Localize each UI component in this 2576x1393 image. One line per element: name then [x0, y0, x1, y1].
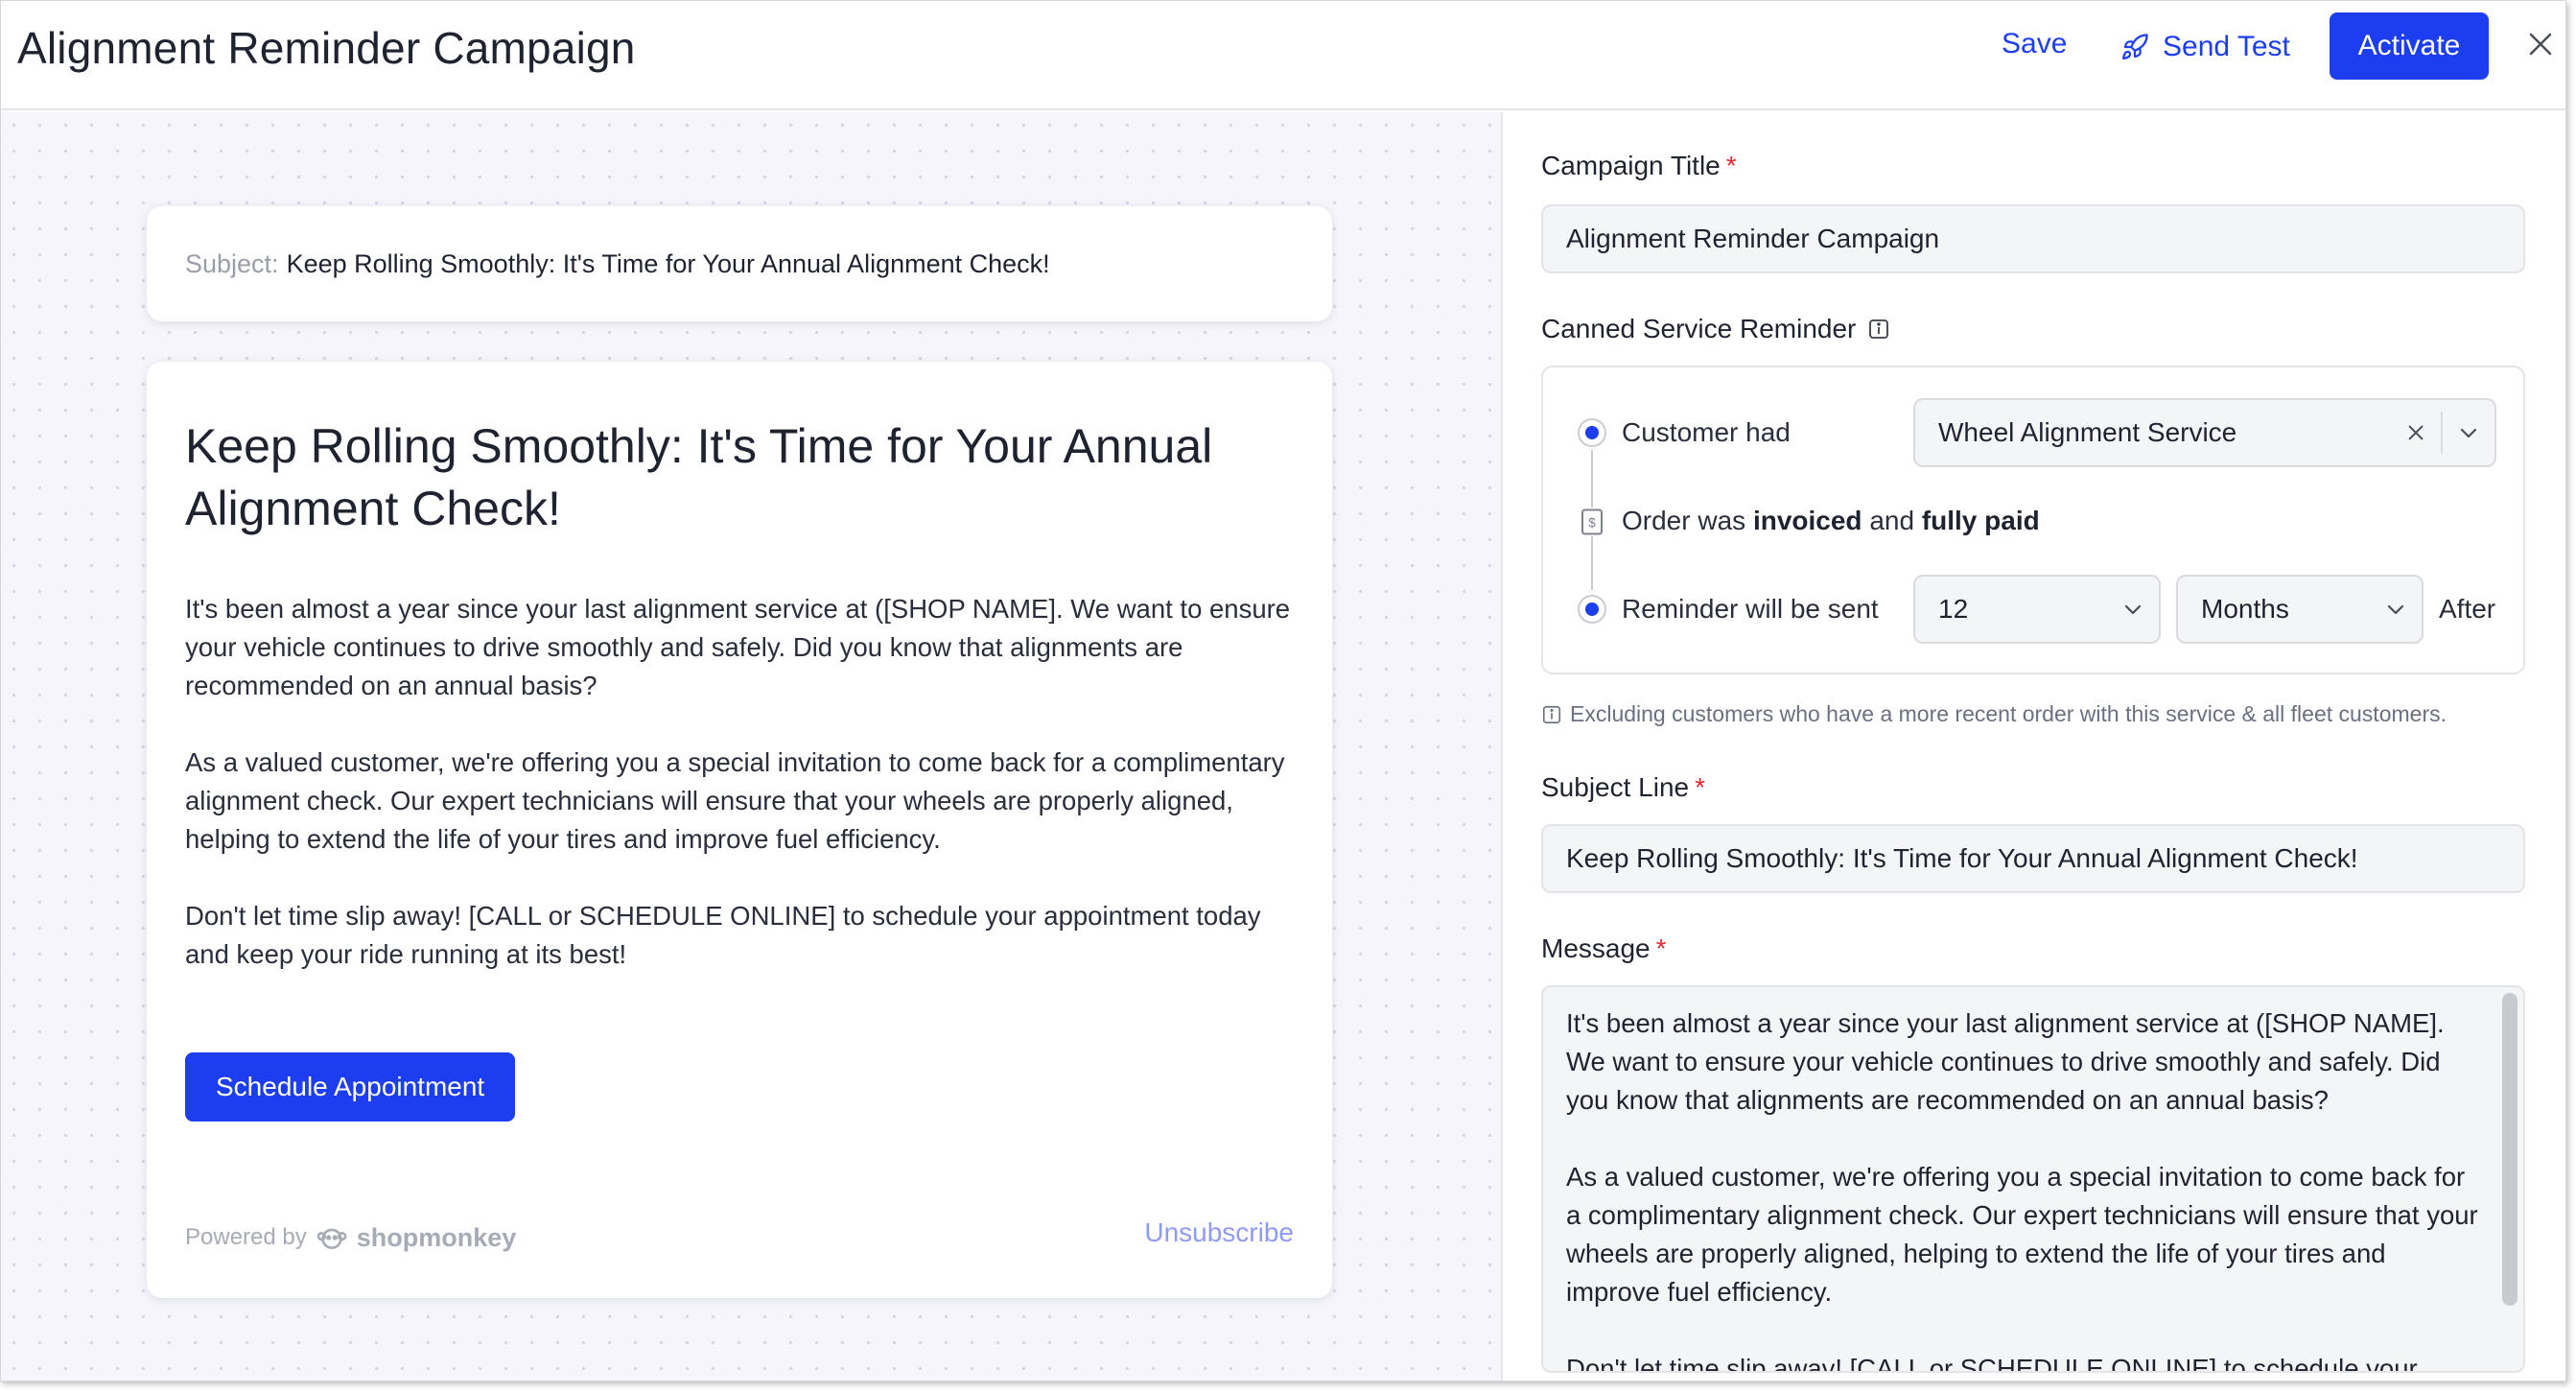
reminder-radio[interactable]	[1578, 595, 1606, 624]
subject-label: Subject:	[185, 248, 279, 278]
order-and: and	[1869, 506, 1915, 535]
chevron-down-icon	[2387, 604, 2404, 615]
excluding-note: Excluding customers who have a more rece…	[1541, 701, 2447, 727]
timeline-connector	[1591, 450, 1593, 508]
send-test-button[interactable]: Send Test	[2120, 28, 2290, 66]
close-button[interactable]	[2521, 26, 2560, 64]
reminder-config-box: Customer had Wheel Alignment Service $ O…	[1541, 366, 2525, 674]
close-icon	[2529, 33, 2552, 55]
app-window: Alignment Reminder Campaign Save Send Te…	[0, 0, 2566, 1381]
campaign-form: Campaign Title* Canned Service Reminder …	[1505, 112, 2565, 1381]
unit-value: Months	[2201, 594, 2289, 624]
chevron-down-icon	[2460, 428, 2477, 438]
dropdown-toggle[interactable]	[2107, 577, 2159, 642]
unit-select[interactable]: Months	[2176, 575, 2424, 644]
message-paragraph: As a valued customer, we're offering you…	[1566, 1162, 2486, 1307]
timeline-connector	[1591, 536, 1593, 590]
interval-value: 12	[1938, 594, 1969, 624]
customer-had-label: Customer had	[1622, 417, 1791, 447]
order-invoiced: invoiced	[1752, 506, 1862, 535]
brand-logo-text: shopmonkey	[356, 1222, 517, 1252]
reminder-label: Reminder will be sent	[1622, 594, 1879, 624]
send-test-label: Send Test	[2163, 31, 2290, 62]
clear-selection-button[interactable]	[2391, 412, 2443, 454]
rocket-icon	[2122, 34, 2148, 59]
email-heading: Keep Rolling Smoothly: It's Time for You…	[185, 419, 1213, 535]
info-icon[interactable]	[1867, 318, 1890, 341]
powered-by: Powered by shopmonkey	[185, 1222, 516, 1253]
dropdown-toggle[interactable]	[2370, 577, 2422, 642]
subject-preview-card: Subject: Keep Rolling Smoothly: It's Tim…	[147, 206, 1332, 321]
dropdown-toggle[interactable]	[2443, 400, 2494, 465]
canned-service-label: Canned Service Reminder	[1541, 314, 1890, 344]
service-select[interactable]: Wheel Alignment Service	[1913, 398, 2496, 467]
svg-text:$: $	[1588, 516, 1596, 531]
campaign-title-label-text: Campaign Title	[1541, 151, 1721, 180]
message-scrollbar[interactable]	[2502, 993, 2517, 1306]
schedule-appointment-button[interactable]: Schedule Appointment	[185, 1052, 516, 1121]
order-status-text: Order was invoiced and fully paid	[1622, 506, 2040, 536]
x-icon	[2408, 425, 2424, 440]
campaign-title-input[interactable]	[1541, 204, 2525, 273]
save-button[interactable]: Save	[2002, 28, 2067, 60]
subject-preview-text: Keep Rolling Smoothly: It's Time for You…	[286, 248, 1050, 278]
required-asterisk: *	[1655, 933, 1667, 963]
required-asterisk: *	[1725, 151, 1737, 180]
interval-select[interactable]: 12	[1913, 575, 2161, 644]
monkey-logo-icon	[316, 1228, 347, 1249]
message-paragraph: It's been almost a year since your last …	[1566, 1008, 2452, 1115]
message-textarea[interactable]: It's been almost a year since your last …	[1541, 985, 2525, 1373]
message-label: Message *	[1541, 933, 1667, 964]
order-paid: fully paid	[1921, 506, 2040, 535]
activate-button[interactable]: Activate	[2330, 12, 2489, 80]
dollar-doc-icon: $	[1581, 508, 1603, 535]
service-select-value: Wheel Alignment Service	[1938, 417, 2237, 447]
email-paragraph: It's been almost a year since your last …	[185, 594, 1291, 700]
after-label: After	[2439, 594, 2496, 624]
required-asterisk: *	[1695, 772, 1706, 802]
powered-by-label: Powered by	[185, 1224, 307, 1250]
unsubscribe-link[interactable]: Unsubscribe	[1144, 1217, 1294, 1248]
email-paragraph: As a valued customer, we're offering you…	[185, 747, 1285, 854]
canned-service-label-text: Canned Service Reminder	[1541, 314, 1857, 343]
subject-line-input[interactable]	[1541, 824, 2525, 893]
order-prefix: Order was	[1622, 506, 1746, 535]
info-icon	[1542, 705, 1561, 723]
email-paragraph: Don't let time slip away! [CALL or SCHED…	[185, 901, 1261, 969]
subject-line-label: Subject Line *	[1541, 772, 1705, 803]
message-paragraph: Don't let time slip away! [CALL or SCHED…	[1566, 1354, 2418, 1373]
chevron-down-icon	[2124, 604, 2142, 615]
campaign-title-label: Campaign Title *	[1541, 151, 1737, 181]
excluding-note-text: Excluding customers who have a more rece…	[1570, 701, 2447, 726]
subject-line-label-text: Subject Line	[1541, 772, 1690, 802]
email-body-card: Keep Rolling Smoothly: It's Time for You…	[147, 362, 1332, 1298]
email-preview-pane: Subject: Keep Rolling Smoothly: It's Tim…	[1, 112, 1503, 1381]
header: Alignment Reminder Campaign Save Send Te…	[1, 1, 2565, 110]
page-title: Alignment Reminder Campaign	[17, 23, 636, 73]
message-label-text: Message	[1541, 933, 1651, 963]
customer-had-radio[interactable]	[1578, 418, 1606, 447]
